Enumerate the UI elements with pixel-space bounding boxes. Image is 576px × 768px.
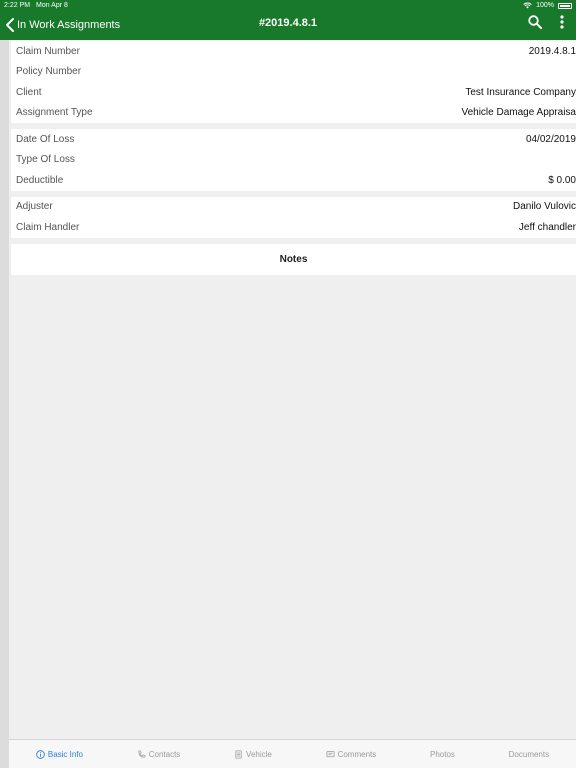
tab-label: Comments: [337, 749, 377, 759]
status-time: 2:22 PM: [4, 2, 31, 9]
claim-number-row: Claim Number 2019.4.8.1: [11, 41, 576, 62]
search-icon[interactable]: [528, 15, 542, 34]
row-value: 2019.4.8.1: [528, 45, 576, 57]
row-value: 04/02/2019: [525, 133, 576, 145]
more-menu-icon[interactable]: [560, 15, 564, 34]
tab-photos[interactable]: Photos: [430, 750, 455, 759]
tab-basic-info[interactable]: Basic Info: [36, 750, 83, 759]
wifi-icon: [523, 2, 532, 9]
tab-contacts[interactable]: Contacts: [137, 749, 181, 759]
adjuster-row: Adjuster Danilo Vulovic: [11, 197, 576, 218]
comments-icon: [326, 750, 335, 757]
type-of-loss-row: Type Of Loss: [11, 150, 576, 171]
row-label: Type Of Loss: [16, 154, 75, 166]
info-icon: [36, 749, 45, 759]
row-label: Claim Number: [16, 45, 80, 57]
tab-label: Photos: [430, 749, 455, 759]
left-edge-strip: [0, 40, 9, 768]
client-row: Client Test Insurance Company: [11, 82, 576, 103]
claim-handler-row: Claim Handler Jeff chandler: [11, 217, 576, 238]
row-label: Policy Number: [16, 66, 82, 78]
row-value: $ 0.00: [548, 174, 576, 186]
row-value: Test Insurance Company: [465, 86, 576, 98]
date-of-loss-row: Date Of Loss 04/02/2019: [11, 129, 576, 150]
assignment-details: Claim Number 2019.4.8.1 Policy Number Cl…: [11, 41, 576, 275]
row-value: Danilo Vulovic: [513, 201, 576, 213]
row-label: Client: [16, 86, 42, 98]
row-label: Assignment Type: [16, 107, 93, 119]
vehicle-icon: [235, 749, 242, 759]
handler-info-group: Adjuster Danilo Vulovic Claim Handler Je…: [11, 196, 576, 238]
policy-number-row: Policy Number: [11, 62, 576, 83]
battery-percent: 100%: [536, 2, 554, 9]
deductible-row: Deductible $ 0.00: [11, 170, 576, 191]
assignment-type-row: Assignment Type Vehicle Damage Appraisa: [11, 103, 576, 124]
bottom-tab-bar: Basic Info Contacts Vehicle Comments Pho…: [9, 739, 576, 768]
page-title: #2019.4.8.1: [258, 17, 318, 29]
nav-actions: [528, 15, 564, 34]
battery-icon: [558, 2, 572, 9]
tab-label: Vehicle: [246, 749, 272, 759]
loss-info-group: Date Of Loss 04/02/2019 Type Of Loss Ded…: [11, 129, 576, 191]
top-bar: 2:22 PM Mon Apr 8 100% In Work Assignmen…: [0, 0, 576, 40]
row-value: Vehicle Damage Appraisa: [461, 107, 576, 119]
tab-vehicle[interactable]: Vehicle: [234, 750, 272, 759]
tab-label: Documents: [508, 749, 550, 759]
contacts-icon: [138, 750, 146, 758]
tab-documents[interactable]: Documents: [509, 750, 549, 759]
status-bar: 2:22 PM Mon Apr 8 100%: [0, 0, 576, 11]
tab-label: Basic Info: [47, 749, 83, 759]
tab-label: Contacts: [148, 749, 181, 759]
row-label: Adjuster: [16, 201, 53, 213]
row-label: Claim Handler: [16, 221, 80, 233]
tab-comments[interactable]: Comments: [326, 749, 377, 759]
notes-button[interactable]: Notes: [11, 243, 576, 275]
row-label: Date Of Loss: [16, 133, 75, 145]
row-value: Jeff chandler: [518, 221, 576, 233]
claim-info-group: Claim Number 2019.4.8.1 Policy Number Cl…: [11, 41, 576, 123]
status-right: 100%: [523, 0, 572, 11]
status-date: Mon Apr 8: [36, 2, 68, 9]
row-label: Deductible: [16, 174, 64, 186]
